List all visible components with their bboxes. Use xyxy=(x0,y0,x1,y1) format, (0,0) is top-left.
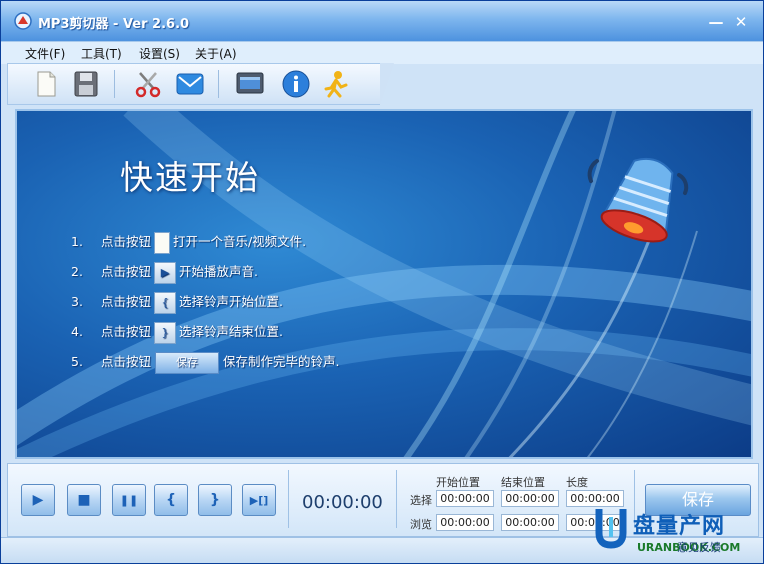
toolbar-separator xyxy=(114,70,115,98)
instruction-step-1: 1. 点击按钮 打开一个音乐/视频文件. xyxy=(71,231,307,254)
start-mark-icon: { xyxy=(166,492,176,508)
step-number: 4. xyxy=(71,324,83,339)
title-bar: MP3剪切器 - Ver 2.6.0 — ✕ xyxy=(1,1,763,41)
toolbar-edge xyxy=(380,63,394,105)
select-end-field[interactable]: 00:00:00 xyxy=(501,490,559,507)
step-number: 3. xyxy=(71,294,83,309)
stop-icon: ■ xyxy=(77,492,91,508)
divider xyxy=(396,470,397,528)
time-display: 00:00:00 xyxy=(302,492,383,513)
step-number: 2. xyxy=(71,264,83,279)
menu-bar: 文件(F) 工具(T) 设置(S) 关于(A) xyxy=(1,41,763,64)
quick-start-banner: 快速开始 1. 点击按钮 打开一个音乐/视频文件. 2. 点击按钮 ▶ 开始播放声音. 3… xyxy=(15,109,753,459)
save-chip: 保存 xyxy=(154,351,219,374)
minimize-button[interactable]: — xyxy=(707,13,725,31)
end-mark-icon: } xyxy=(210,492,220,508)
instruction-step-4: 4. 点击按钮} 选择铃声结束位置. xyxy=(71,321,283,344)
step-text: 打开一个音乐/视频文件. xyxy=(172,234,307,249)
step-text: 选择铃声结束位置. xyxy=(178,324,283,339)
step-prefix: 点击按钮 xyxy=(100,354,151,369)
menu-settings[interactable]: 设置(S) xyxy=(139,45,180,62)
close-button[interactable]: ✕ xyxy=(732,13,750,31)
divider xyxy=(288,470,289,528)
step-prefix: 点击按钮 xyxy=(100,264,151,279)
menu-about[interactable]: 关于(A) xyxy=(195,45,237,62)
instruction-step-3: 3. 点击按钮{选择铃声开始位置. xyxy=(71,291,283,314)
end-mark-chip-icon: } xyxy=(153,321,176,344)
play-selection-button[interactable]: ▶[] xyxy=(242,484,276,516)
browse-end-field[interactable]: 00:00:00 xyxy=(501,514,559,531)
play-selection-icon: ▶[] xyxy=(249,494,269,507)
step-prefix: 点击按钮 xyxy=(100,294,151,309)
running-person-icon[interactable] xyxy=(320,69,352,99)
app-window: MP3剪切器 - Ver 2.6.0 — ✕ 文件(F) 工具(T) 设置(S)… xyxy=(0,0,764,564)
pause-button[interactable]: ❚❚ xyxy=(112,484,146,516)
header-end-position: 结束位置 xyxy=(501,476,545,489)
header-length: 长度 xyxy=(566,476,588,489)
select-start-field[interactable]: 00:00:00 xyxy=(436,490,494,507)
start-mark-chip-icon: { xyxy=(153,291,176,314)
new-file-chip-icon xyxy=(153,231,170,254)
play-button[interactable]: ▶ xyxy=(21,484,55,516)
step-text: 选择铃声开始位置. xyxy=(178,294,283,309)
bell-icon xyxy=(587,157,689,243)
row-label-select: 选择 xyxy=(410,494,432,507)
scissors-icon[interactable] xyxy=(132,69,164,99)
save-disk-icon[interactable] xyxy=(70,69,102,99)
pause-icon: ❚❚ xyxy=(119,494,139,507)
step-number: 1. xyxy=(71,234,83,249)
step-text: 开始播放声音. xyxy=(178,264,258,279)
window-title: MP3剪切器 - Ver 2.6.0 xyxy=(38,17,190,32)
monitor-icon[interactable] xyxy=(234,69,266,99)
browse-start-field[interactable]: 00:00:00 xyxy=(436,514,494,531)
watermark-logo-icon xyxy=(595,509,627,549)
header-start-position: 开始位置 xyxy=(436,476,480,489)
step-number: 5. xyxy=(71,354,83,369)
instruction-step-5: 5. 点击按钮 保存 保存制作完毕的铃声. xyxy=(71,351,340,374)
menu-file[interactable]: 文件(F) xyxy=(25,45,65,62)
step-prefix: 点击按钮 xyxy=(100,324,151,339)
play-chip-icon: ▶ xyxy=(153,261,176,284)
set-end-button[interactable]: } xyxy=(198,484,232,516)
feedback-link[interactable]: 意见反馈 xyxy=(677,539,721,555)
new-file-icon[interactable] xyxy=(30,69,62,99)
toolbar xyxy=(7,63,394,105)
stop-button[interactable]: ■ xyxy=(67,484,101,516)
step-prefix: 点击按钮 xyxy=(100,234,151,249)
watermark-brand: 盘量产网 xyxy=(633,514,726,539)
mail-icon[interactable] xyxy=(174,69,206,99)
toolbar-separator xyxy=(218,70,219,98)
set-start-button[interactable]: { xyxy=(154,484,188,516)
menu-tools[interactable]: 工具(T) xyxy=(81,45,122,62)
app-logo-icon xyxy=(14,12,32,30)
info-icon[interactable] xyxy=(280,69,312,99)
page-title: 快速开始 xyxy=(120,158,260,197)
row-label-browse: 浏览 xyxy=(410,518,432,531)
play-icon: ▶ xyxy=(32,492,44,508)
instruction-step-2: 2. 点击按钮 ▶ 开始播放声音. xyxy=(71,261,258,284)
step-text: 保存制作完毕的铃声. xyxy=(222,354,340,369)
